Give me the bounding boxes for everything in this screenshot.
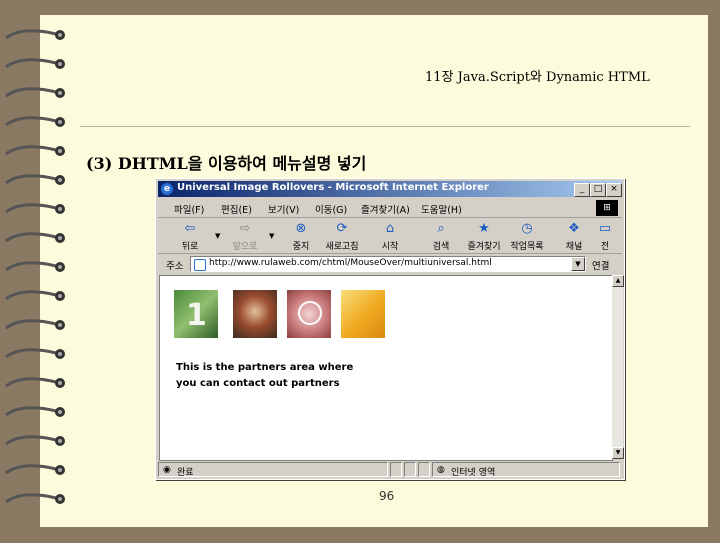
status-zone-cell: ◍ 인터넷 영역 xyxy=(432,462,620,478)
binder-ring-icon xyxy=(5,87,65,98)
toolbar: ⇦ 뒤로 ▼ ⇨ 앞으로 ▼ ⊗ 중지 ⟳ 새로고침 ⌂ 시작 ⌕ 검색 ★ 즐겨찾기 ◷ 작업… xyxy=(158,219,622,254)
refresh-button[interactable]: ⟳ 새로고침 xyxy=(322,221,362,252)
binder-ring-icon xyxy=(5,232,65,243)
status-cell xyxy=(404,462,416,477)
back-label: 뒤로 xyxy=(181,242,199,252)
windows-logo-icon: ⊞ xyxy=(596,200,618,216)
menu-file[interactable]: 파일(F) xyxy=(174,202,204,216)
stop-icon: ⊗ xyxy=(295,221,307,236)
refresh-label: 새로고침 xyxy=(325,242,359,252)
search-icon: ⌕ xyxy=(437,221,445,236)
address-bar: 주소 http://www.rulaweb.com/chtml/MouseOve… xyxy=(158,255,622,273)
header-divider xyxy=(80,126,690,127)
stop-button[interactable]: ⊗ 중지 xyxy=(281,221,321,252)
close-button[interactable]: × xyxy=(606,183,622,197)
ie-status-icon: ◉ xyxy=(163,465,171,475)
status-text: 완료 xyxy=(177,468,194,478)
network-graphic xyxy=(298,301,322,325)
partner-image-1-number: 1 xyxy=(186,298,207,333)
channels-icon: ❖ xyxy=(568,221,580,236)
fullscreen-icon: ▭ xyxy=(598,221,612,236)
page-icon xyxy=(194,259,206,271)
status-main-cell: ◉ 완료 xyxy=(158,462,388,478)
browser-window: e Universal Image Rollovers - Microsoft … xyxy=(155,178,625,480)
fullscreen-button[interactable]: ▭ 전 xyxy=(590,221,620,252)
history-icon: ◷ xyxy=(521,221,533,236)
partner-description-line1: This is the partners area where xyxy=(176,362,354,373)
history-button[interactable]: ◷ 작업목록 xyxy=(507,221,547,252)
search-button[interactable]: ⌕ 검색 xyxy=(421,221,461,252)
forward-dropdown-icon[interactable]: ▼ xyxy=(269,232,274,240)
stop-label: 중지 xyxy=(292,242,310,252)
binder-ring-icon xyxy=(5,348,65,359)
status-cell xyxy=(418,462,430,477)
binder-ring-icon xyxy=(5,435,65,446)
partner-image-3[interactable] xyxy=(287,290,331,338)
status-zone: 인터넷 영역 xyxy=(451,468,496,478)
binder-ring-icon xyxy=(5,116,65,127)
menu-edit[interactable]: 편집(E) xyxy=(221,202,252,216)
slide-heading: (3) DHTML을 이용하여 메뉴설명 넣기 xyxy=(86,154,367,173)
ie-logo-icon: e xyxy=(161,183,173,195)
window-title: Universal Image Rollovers - Microsoft In… xyxy=(177,182,489,193)
menu-help[interactable]: 도움말(H) xyxy=(421,202,462,216)
forward-arrow-icon: ⇨ xyxy=(239,221,251,236)
menu-favorites[interactable]: 즐겨찾기(A) xyxy=(361,202,410,216)
back-dropdown-icon[interactable]: ▼ xyxy=(215,232,220,240)
status-bar: ◉ 완료 ◍ 인터넷 영역 xyxy=(158,461,622,478)
globe-icon: ◍ xyxy=(437,465,445,475)
menu-go[interactable]: 이동(G) xyxy=(315,202,347,216)
go-button[interactable]: 연결 xyxy=(592,258,609,272)
home-button[interactable]: ⌂ 시작 xyxy=(370,221,410,252)
scroll-down-icon[interactable]: ▼ xyxy=(612,447,624,459)
binder-ring-icon xyxy=(5,290,65,301)
forward-button[interactable]: ⇨ 앞으로 xyxy=(225,221,265,252)
binder-ring-icon xyxy=(5,377,65,388)
binder-ring-icon xyxy=(5,174,65,185)
favorites-label: 즐겨찾기 xyxy=(467,242,501,252)
channels-button[interactable]: ❖ 채널 xyxy=(554,221,594,252)
binder-ring-icon xyxy=(5,203,65,214)
fullscreen-label: 전 xyxy=(600,242,610,252)
search-label: 검색 xyxy=(432,242,450,252)
status-cell xyxy=(390,462,402,477)
partner-description-line2: you can contact out partners xyxy=(176,378,340,389)
partner-image-1[interactable]: 1 xyxy=(174,290,218,338)
address-label: 주소 xyxy=(166,261,184,272)
back-button[interactable]: ⇦ 뒤로 xyxy=(170,221,210,252)
page-number: 96 xyxy=(379,489,395,503)
history-label: 작업목록 xyxy=(510,242,544,252)
binder-ring-icon xyxy=(5,493,65,504)
favorites-icon: ★ xyxy=(478,221,490,236)
menu-bar: 파일(F) 편집(E) 보기(V) 이동(G) 즐겨찾기(A) 도움말(H) ⊞ xyxy=(158,199,622,218)
address-dropdown-icon[interactable]: ▼ xyxy=(571,257,585,271)
slide-header-title: 11장 Java.Script와 Dynamic HTML xyxy=(425,70,650,85)
binder-ring-icon xyxy=(5,319,65,330)
address-input[interactable]: http://www.rulaweb.com/chtml/MouseOver/m… xyxy=(190,256,586,272)
scroll-up-icon[interactable]: ▲ xyxy=(612,275,624,287)
address-url: http://www.rulaweb.com/chtml/MouseOver/m… xyxy=(209,258,492,268)
vertical-scrollbar[interactable]: ▲ ▼ xyxy=(612,275,624,459)
home-icon: ⌂ xyxy=(385,221,395,236)
browser-titlebar[interactable]: e Universal Image Rollovers - Microsoft … xyxy=(158,181,622,197)
channels-label: 채널 xyxy=(565,242,583,252)
minimize-button[interactable]: _ xyxy=(574,183,590,197)
back-arrow-icon: ⇦ xyxy=(184,221,196,236)
favorites-button[interactable]: ★ 즐겨찾기 xyxy=(464,221,504,252)
binder-ring-icon xyxy=(5,406,65,417)
partner-image-2[interactable] xyxy=(233,290,277,338)
page-content: 1 This is the partners area where you ca… xyxy=(159,275,613,461)
binder-ring-icon xyxy=(5,464,65,475)
forward-label: 앞으로 xyxy=(232,242,258,252)
maximize-button[interactable]: □ xyxy=(590,183,606,197)
binder-ring-icon xyxy=(5,261,65,272)
binder-ring-icon xyxy=(5,58,65,69)
binder-ring-icon xyxy=(5,29,65,40)
refresh-icon: ⟳ xyxy=(336,221,348,236)
menu-view[interactable]: 보기(V) xyxy=(268,202,299,216)
binder-ring-icon xyxy=(5,145,65,156)
partner-description: This is the partners area where you can … xyxy=(176,360,353,392)
partner-image-4[interactable] xyxy=(341,290,385,338)
home-label: 시작 xyxy=(381,242,399,252)
